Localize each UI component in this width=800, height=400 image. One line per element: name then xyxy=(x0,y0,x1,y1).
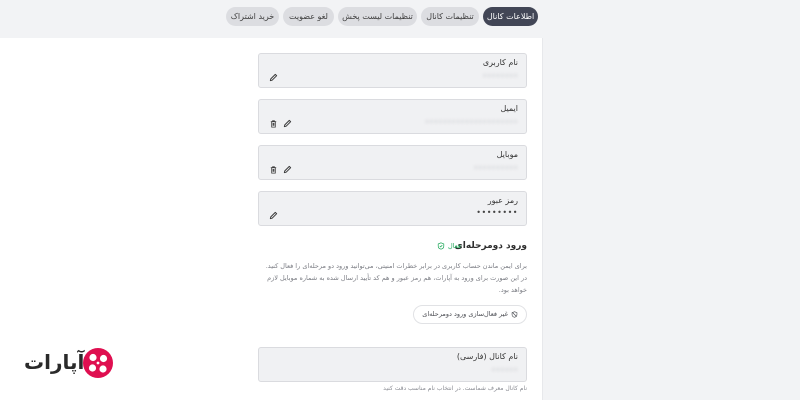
mobile-label: موبایل xyxy=(496,150,518,159)
edit-icon[interactable] xyxy=(282,118,292,128)
logo-text: آپارات xyxy=(24,350,85,374)
channel-name-hint: نام کانال معرف شماست. در انتخاب نام مناس… xyxy=(383,385,527,392)
trash-icon[interactable] xyxy=(268,118,278,128)
tab-channel-settings[interactable]: تنظیمات کانال xyxy=(421,7,479,26)
tab-unsubscribe[interactable]: لغو عضویت xyxy=(283,7,334,26)
mobile-field: موبایل •••••••••• xyxy=(258,145,527,180)
username-field: نام کاربری •••••••• xyxy=(258,53,527,88)
twofa-description: برای ایمن ماندن حساب کاربری در برابر خطر… xyxy=(265,262,527,294)
edit-icon[interactable] xyxy=(268,72,278,82)
twofa-status-badge: فعال xyxy=(437,242,461,250)
mobile-value: •••••••••• xyxy=(473,164,518,172)
shield-check-icon xyxy=(437,242,445,250)
password-field: رمز عبور •••••••• xyxy=(258,191,527,226)
email-field: ایمیل ••••••••••••••••••••• xyxy=(258,99,527,134)
email-label: ایمیل xyxy=(500,104,518,113)
password-label: رمز عبور xyxy=(487,196,518,205)
edit-icon[interactable] xyxy=(282,164,292,174)
channel-name-field[interactable]: نام کانال (فارسی) •••••• xyxy=(258,347,527,382)
shield-off-icon xyxy=(511,311,518,318)
edit-icon[interactable] xyxy=(268,210,278,220)
password-value: •••••••• xyxy=(476,208,518,217)
tab-bar: اطلاعات کانال تنظیمات کانال تنظیمات لیست… xyxy=(0,0,800,38)
disable-twofa-label: غیر فعال‌سازی ورود دومرحله‌ای xyxy=(422,310,508,318)
disable-twofa-button[interactable]: غیر فعال‌سازی ورود دومرحله‌ای xyxy=(413,305,527,324)
email-value: ••••••••••••••••••••• xyxy=(424,118,518,126)
twofa-status-text: فعال xyxy=(448,242,461,250)
aparat-logo[interactable]: آپارات xyxy=(24,347,116,379)
channel-name-value: •••••• xyxy=(491,366,518,374)
aparat-logo-icon xyxy=(83,348,113,378)
channel-name-label: نام کانال (فارسی) xyxy=(456,352,518,361)
tab-playlist-settings[interactable]: تنظیمات لیست پخش xyxy=(338,7,417,26)
tab-channel-info[interactable]: اطلاعات کانال xyxy=(483,7,538,26)
trash-icon[interactable] xyxy=(268,164,278,174)
tab-buy-subscription[interactable]: خرید اشتراک xyxy=(226,7,279,26)
username-label: نام کاربری xyxy=(482,58,518,67)
username-value: •••••••• xyxy=(482,72,518,80)
twofa-title: ورود دومرحله‌ای xyxy=(454,241,527,251)
